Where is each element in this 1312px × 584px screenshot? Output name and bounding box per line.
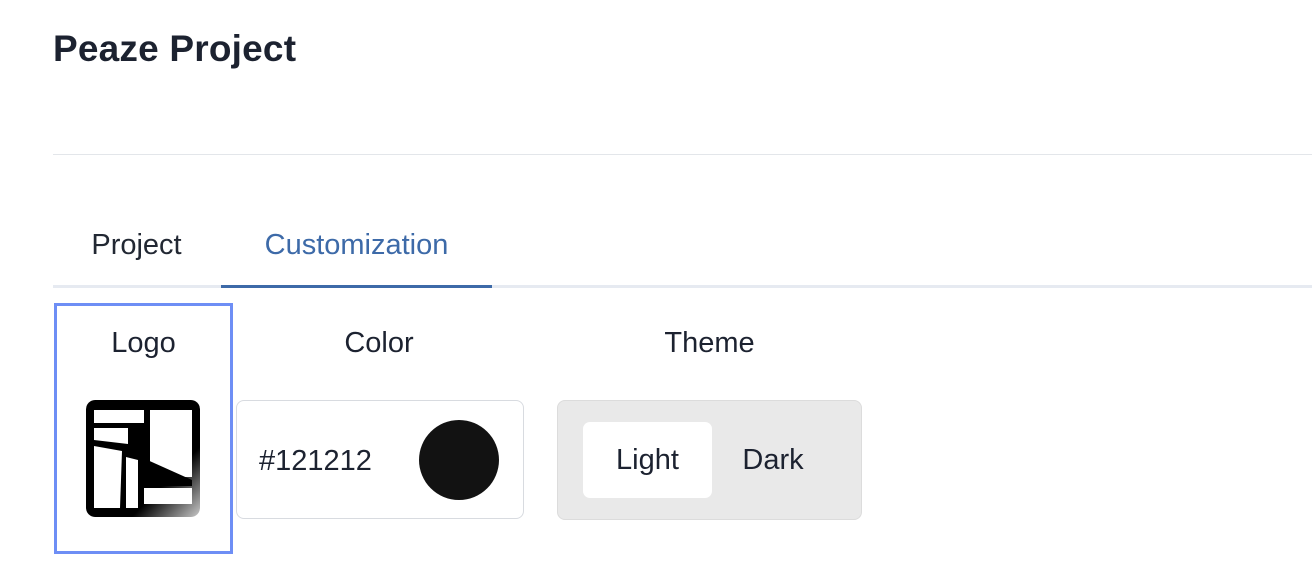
logo-image-upload[interactable] [86,400,200,517]
color-swatch[interactable] [419,420,499,500]
page-title: Peaze Project [53,28,297,69]
active-tab-indicator [221,285,492,288]
theme-option-dark[interactable]: Dark [718,422,828,498]
tab-bar: Project Customization [53,212,1312,288]
tab-customization[interactable]: Customization [221,212,492,288]
color-label: Color [344,327,414,359]
theme-option-light[interactable]: Light [583,422,712,498]
tab-customization-label: Customization [264,229,449,261]
tab-project[interactable]: Project [53,212,220,288]
color-hex-value[interactable]: #121212 [259,445,372,478]
color-picker-field[interactable]: #121212 [236,400,524,519]
theme-option-light-label: Light [616,443,679,476]
project-logo-image [86,400,200,517]
theme-label: Theme [664,327,755,359]
header-divider [53,154,1312,155]
theme-option-dark-label: Dark [742,443,804,476]
theme-segmented-control: Light Dark [557,400,862,520]
logo-label: Logo [111,327,176,359]
tab-project-label: Project [91,229,182,261]
